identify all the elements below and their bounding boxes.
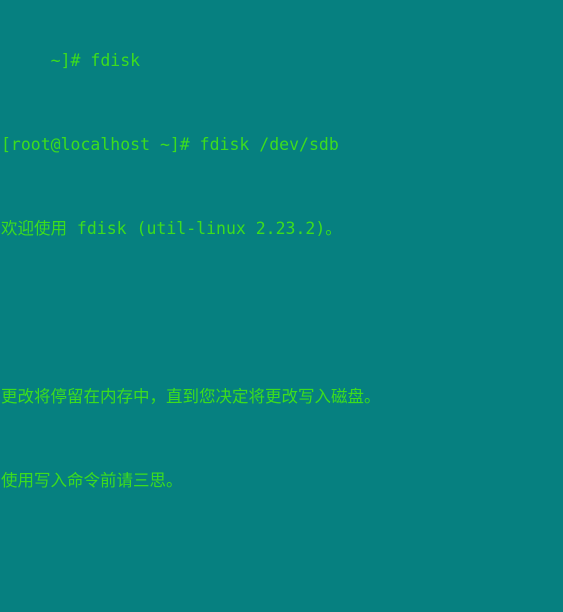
terminal-screen: ~]# fdisk [root@localhost ~]# fdisk /dev… (1, 0, 563, 612)
think-twice-warning-line: 使用写入命令前请三思。 (1, 471, 183, 490)
scrollback-partial-line: ~]# fdisk (1, 51, 141, 70)
memory-warning-line: 更改将停留在内存中，直到您决定将更改写入磁盘。 (1, 387, 381, 406)
shell-prompt-line: [root@localhost ~]# fdisk /dev/sdb (1, 135, 339, 154)
fdisk-welcome-line: 欢迎使用 fdisk (util-linux 2.23.2)。 (1, 219, 342, 238)
terminal-window[interactable]: ~]# fdisk [root@localhost ~]# fdisk /dev… (0, 0, 563, 612)
